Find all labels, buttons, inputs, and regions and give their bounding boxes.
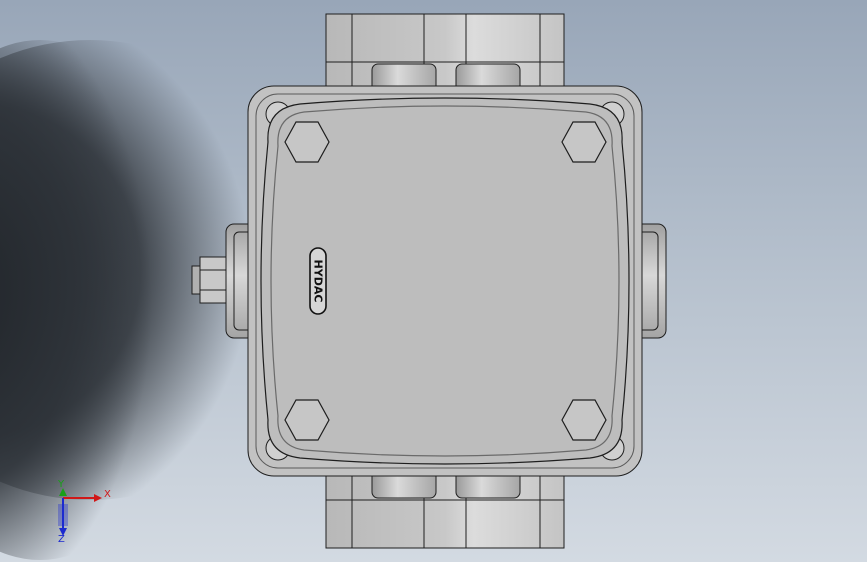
cad-viewport[interactable]: HYDAC X Y Z <box>0 0 867 562</box>
x-axis-label: X <box>104 489 111 500</box>
y-axis-label: Y <box>57 479 65 490</box>
logo-text: HYDAC <box>312 260 325 303</box>
z-axis-label: Z <box>58 534 65 545</box>
hydac-logo: HYDAC <box>309 247 327 315</box>
